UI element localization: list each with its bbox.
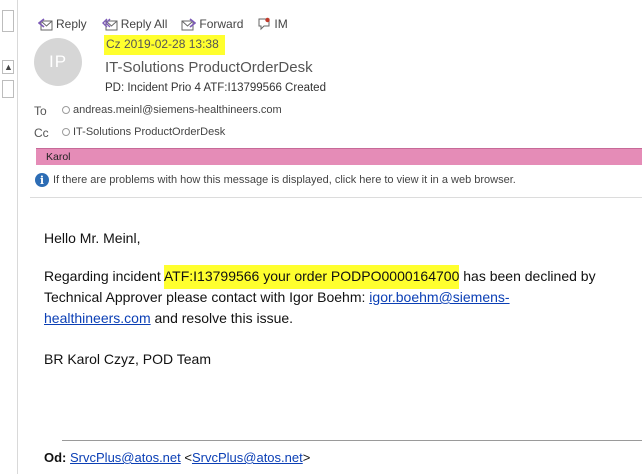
chat-bubble-icon [258, 17, 271, 31]
body-text-segment: Technical Approver please contact with I… [44, 289, 370, 305]
message-subject: PD: Incident Prio 4 ATF:I13799566 Create… [105, 82, 326, 94]
category-label: Karol [46, 151, 71, 163]
message-date: Cz 2019-02-28 13:38 [104, 35, 225, 55]
body-paragraph: Regarding incident ATF:I13799566 your or… [44, 265, 596, 329]
quoted-from-link[interactable]: SrvcPlus@atos.net [70, 450, 181, 465]
cc-recipient[interactable]: IT-Solutions ProductOrderDesk [62, 126, 225, 138]
highlighted-incident: ATF:I13799566 your order PODPO0000164700 [163, 265, 460, 289]
left-pane-scrollbar[interactable]: ▲ [0, 0, 18, 474]
quoted-from-bracket: < [180, 450, 192, 465]
body-greeting: Hello Mr. Meinl, [44, 230, 141, 246]
chevron-up-icon: ▲ [4, 62, 13, 72]
forward-button[interactable]: Forward [181, 17, 243, 31]
quote-divider [62, 440, 642, 441]
body-text-segment: and resolve this issue. [150, 310, 294, 326]
body-line-1: Regarding incident ATF:I13799566 your or… [44, 265, 596, 289]
infobar-text: If there are problems with how this mess… [53, 174, 516, 186]
to-recipient-address: andreas.meinl@siemens-healthineers.com [73, 104, 282, 116]
im-label: IM [274, 17, 288, 31]
reply-button[interactable]: Reply [38, 17, 87, 31]
to-label: To [34, 104, 47, 118]
reply-icon [38, 17, 53, 30]
quoted-from-label: Od: [44, 450, 67, 465]
presence-icon [62, 128, 70, 136]
body-text-segment: Regarding incident [44, 268, 164, 284]
category-bar[interactable]: Karol [36, 148, 642, 165]
body-line-3: healthineers.com and resolve this issue. [44, 308, 596, 329]
sender-name[interactable]: IT-Solutions ProductOrderDesk [105, 59, 313, 76]
header-divider [30, 197, 642, 198]
scroll-thumb[interactable] [2, 80, 14, 98]
quoted-from-link-2[interactable]: SrvcPlus@atos.net [192, 450, 303, 465]
cc-label: Cc [34, 126, 49, 140]
body-line-2: Technical Approver please contact with I… [44, 287, 596, 308]
reply-all-icon [101, 18, 118, 30]
sender-avatar[interactable]: IP [34, 38, 82, 86]
email-link[interactable]: igor.boehm@siemens- [369, 289, 509, 305]
avatar-initials: IP [48, 52, 68, 71]
body-text-segment: has been declined by [459, 268, 596, 284]
im-button[interactable]: IM [257, 17, 288, 31]
forward-icon [181, 17, 197, 30]
cc-recipient-name: IT-Solutions ProductOrderDesk [73, 126, 226, 138]
reply-all-button[interactable]: Reply All [101, 17, 168, 31]
signature: BR Karol Czyz, POD Team [44, 351, 212, 367]
message-toolbar: Reply Reply All Forward IM [38, 14, 302, 34]
reply-all-label: Reply All [120, 17, 168, 31]
scroll-up-button[interactable]: ▲ [2, 60, 14, 74]
quoted-from-line: Od: SrvcPlus@atos.net <SrvcPlus@atos.net… [44, 450, 310, 465]
date-highlight: Cz 2019-02-28 13:38 [104, 35, 225, 55]
info-icon: i [35, 173, 49, 187]
to-recipient[interactable]: andreas.meinl@siemens-healthineers.com [62, 104, 282, 116]
infobar[interactable]: i If there are problems with how this me… [35, 173, 516, 187]
left-pane-box [2, 10, 14, 32]
presence-icon [62, 106, 70, 114]
reply-label: Reply [56, 17, 87, 31]
quoted-from-bracket-close: > [302, 450, 311, 465]
email-link-continued[interactable]: healthineers.com [44, 310, 151, 326]
forward-label: Forward [199, 17, 244, 31]
